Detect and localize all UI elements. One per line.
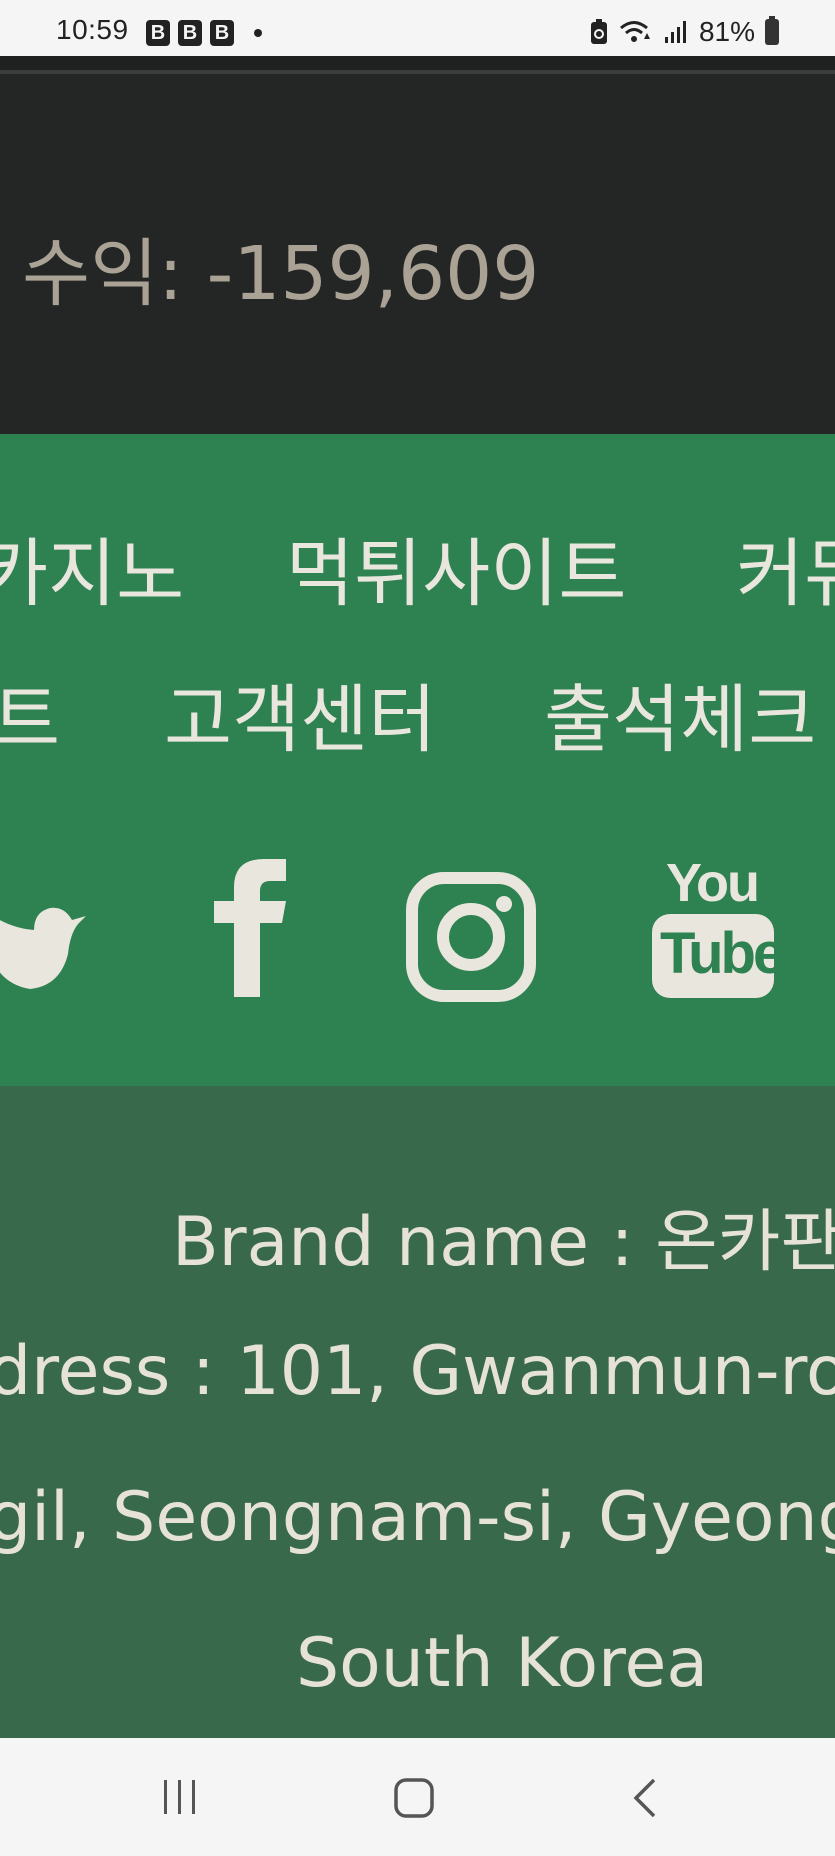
nav-link-casino[interactable]: 카지노 xyxy=(0,514,184,621)
home-icon[interactable] xyxy=(392,1776,436,1820)
profit-amount: 수익: -159,609 xyxy=(22,231,540,317)
profit-panel: 수익: -159,609 xyxy=(0,74,835,434)
company-info: Brand name : 온카판 dress : 101, Gwanmun-ro… xyxy=(0,1086,835,1738)
address-line-2: gil, Seongnam-si, Gyeongg xyxy=(0,1478,835,1557)
notification-icons: B B B xyxy=(146,20,262,46)
back-icon[interactable] xyxy=(630,1776,660,1820)
youtube-you-text: You xyxy=(666,853,760,913)
recent-apps-icon[interactable] xyxy=(160,1776,200,1818)
wifi-icon xyxy=(619,21,650,42)
status-bar: 10:59 B B B 81% xyxy=(0,0,835,56)
nav-link-scam-sites[interactable]: 먹튀사이트 xyxy=(286,514,626,621)
nav-link-customer-center[interactable]: 고객센터 xyxy=(164,660,436,767)
address-line-3: South Korea xyxy=(296,1624,709,1703)
youtube-icon[interactable]: You Tube xyxy=(652,852,785,1002)
more-notifications-dot-icon xyxy=(254,29,262,37)
nav-link-attendance-check[interactable]: 출석체크 xyxy=(544,660,816,767)
header-divider xyxy=(0,56,835,74)
b-app-icon: B xyxy=(210,20,234,46)
battery-icon xyxy=(765,16,779,45)
signal-icon xyxy=(664,21,686,43)
facebook-icon[interactable] xyxy=(212,852,292,1002)
brand-name: Brand name : 온카판 xyxy=(172,1203,835,1282)
nav-link-event[interactable]: 트 xyxy=(0,660,60,767)
twitter-icon[interactable] xyxy=(0,874,90,1024)
footer-nav: 카지노 먹튀사이트 커뮤 트 고객센터 출석체크 You Tube xyxy=(0,434,835,1086)
battery-saver-icon xyxy=(590,19,607,44)
system-nav-bar xyxy=(0,1738,835,1856)
nav-link-community[interactable]: 커뮤 xyxy=(736,514,835,621)
status-time: 10:59 xyxy=(56,14,129,45)
battery-percent: 81% xyxy=(698,16,755,47)
youtube-tube-text: Tube xyxy=(660,921,785,986)
instagram-icon[interactable] xyxy=(406,862,536,1012)
status-right: 81% xyxy=(589,16,779,48)
youtube-tube-box: Tube xyxy=(652,914,785,998)
address-line-1: dress : 101, Gwanmun-ro 4 xyxy=(0,1332,835,1411)
b-app-icon: B xyxy=(178,20,202,46)
b-app-icon: B xyxy=(146,20,170,46)
